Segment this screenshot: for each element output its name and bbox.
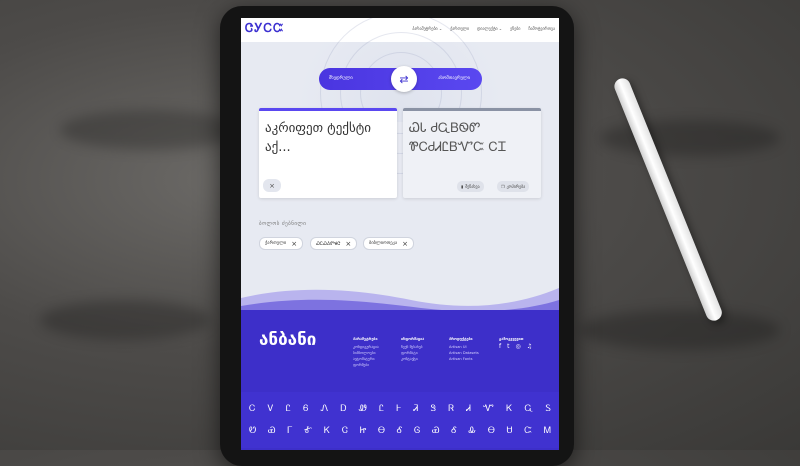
tiktok-icon[interactable]: ♫: [527, 344, 532, 350]
glyph-key[interactable]: Ꮹ: [525, 404, 534, 414]
facebook-icon[interactable]: f: [499, 344, 501, 350]
save-button[interactable]: ▮ შენახვა: [457, 181, 484, 192]
footer-col-follow: გამოგვყევით f t ◎ ♫: [499, 336, 532, 350]
glyph-key[interactable]: Ꭰ: [340, 404, 346, 414]
recent-chip[interactable]: ბიბლიოთეკა ×: [363, 237, 414, 250]
script-toggle: მხედრული ⇄ ასომთავრული: [319, 66, 482, 92]
glyph-key[interactable]: Ꮧ: [466, 404, 471, 414]
instagram-icon[interactable]: ◎: [515, 344, 520, 350]
bookmark-icon: ▮: [461, 184, 464, 189]
social-icons: f t ◎ ♫: [499, 344, 532, 350]
app-logo[interactable]: ᏣᎩᏟᏨ: [245, 21, 284, 36]
glyph-key[interactable]: Ꮥ: [430, 404, 436, 414]
copy-label: კოპირება: [506, 184, 526, 189]
sofa-fold: [580, 310, 780, 350]
glyph-key[interactable]: Ꮉ: [304, 426, 312, 436]
copy-button[interactable]: ❐ კოპირება: [497, 181, 530, 192]
footer-link[interactable]: Artisan Fonts: [449, 356, 479, 362]
close-icon[interactable]: ×: [402, 240, 408, 248]
glyph-row-1: ᏟᏙᏝᏮᏁᎠᏪᏝᎰᏘᏕᏒᏗᏉᏦᏩᏚ: [249, 404, 551, 414]
close-icon[interactable]: ×: [345, 240, 351, 248]
glyph-key[interactable]: Ꮑ: [321, 404, 329, 414]
copy-icon: ❐: [501, 184, 505, 189]
output-text: ᏇᏓ ᏧᏩᏴᏫᏛ ᏈᏟᏧᏗᏝᏴᏉᏨ ᏟᏆ: [409, 121, 507, 155]
glyph-key[interactable]: Ꮭ: [379, 404, 384, 414]
app-screen: ᏣᎩᏟᏨ პარამეტრები ⌄ ქართული დიალექტი ⌄ ენ…: [241, 18, 559, 450]
glyph-key[interactable]: Ꮺ: [359, 404, 367, 414]
glyph-key[interactable]: Ꮸ: [524, 426, 532, 436]
glyph-key[interactable]: Ꮳ: [342, 426, 348, 436]
input-panel: აკრიფეთ ტექსტი აქ... ⨯: [259, 108, 397, 198]
close-icon[interactable]: ×: [291, 240, 297, 248]
glyph-key[interactable]: Ꮵ: [360, 426, 367, 436]
sofa-fold: [600, 120, 780, 156]
footer-link[interactable]: ფორმები: [353, 362, 379, 368]
glyph-key[interactable]: Ꮩ: [268, 404, 274, 414]
footer-heading: პარამეტრები: [353, 337, 378, 341]
recent-chip[interactable]: ᏇᏟᏇᏱᏛᏠᏣ ×: [310, 237, 358, 250]
glyph-key[interactable]: Ꮄ: [397, 426, 403, 436]
footer: ანბანი პარამეტრები კონფიგურაცია სიმბოლოე…: [241, 310, 559, 450]
footer-heading: პროდუქტები: [449, 337, 473, 341]
glyph-key[interactable]: Ꮨ: [413, 404, 418, 414]
glyph-key[interactable]: Ꮁ: [287, 426, 292, 436]
recent-chip[interactable]: ქართული ×: [259, 237, 304, 250]
chip-label: ქართული: [265, 241, 287, 246]
glyph-key[interactable]: Ꮼ: [249, 426, 256, 436]
glyph-key[interactable]: Ꮾ: [303, 404, 308, 414]
chip-label: ბიბლიოთეკა: [369, 241, 398, 246]
text-input[interactable]: აკრიფეთ ტექსტი აქ...: [265, 119, 391, 157]
twitter-icon[interactable]: t: [507, 344, 509, 350]
glyph-key[interactable]: Ꮜ: [507, 426, 513, 436]
glyph-key[interactable]: Ꮭ: [286, 404, 291, 414]
nav-item-dialect[interactable]: დიალექტი ⌄: [477, 26, 502, 31]
footer-col-settings: პარამეტრები კონფიგურაცია სიმბოლოები ავტო…: [353, 336, 379, 368]
output-panel: ᏇᏓ ᏧᏩᏴᏫᏛ ᏈᏟᏧᏗᏝᏴᏉᏨ ᏟᏆ ▮ შენახვა ❐ კოპირებ…: [403, 108, 541, 198]
footer-heading: გამოგვყევით: [499, 337, 524, 341]
toggle-asomtavruli[interactable]: ასომთავრული: [438, 76, 470, 81]
footer-col-info: ინფორმაცია ჩვენ შესახებ ფორმატი კონტაქტი: [401, 336, 424, 362]
footer-col-products: პროდუქტები Artisan UI Artisan Datasets A…: [449, 336, 479, 362]
footer-link[interactable]: კონტაქტი: [401, 356, 424, 362]
glyph-key[interactable]: Ꮢ: [448, 404, 454, 414]
glyph-key[interactable]: Ꮪ: [545, 404, 551, 414]
sofa-fold: [40, 300, 210, 340]
glyph-key[interactable]: Ꮇ: [544, 426, 551, 436]
toggle-mkhedruli[interactable]: მხედრული: [329, 76, 353, 81]
glyph-key[interactable]: Ꮂ: [469, 426, 477, 436]
swap-icon[interactable]: ⇄: [391, 66, 417, 92]
footer-brand: ანბანი: [259, 330, 317, 350]
chip-label: ᏇᏟᏇᏱᏛᏠᏣ: [316, 241, 341, 247]
glyph-key[interactable]: Ꮀ: [396, 404, 401, 414]
footer-heading: ინფორმაცია: [401, 337, 425, 341]
glyph-key[interactable]: Ꮿ: [268, 426, 276, 436]
sofa-fold: [60, 110, 240, 150]
save-label: შენახვა: [465, 184, 480, 189]
glyph-strip: Ꮯ Ꮩ Ꮭ Ꮾ Ꮑ Ꭰ Ꮺ Ꮭ Ꮀ Ꮨ Ꮥ Ꮢ Ꮧ Ꮙ Ꮶ Ꮹ Ꮪ Ꮼ Ꮿ Ꮁ Ꮉ Ꮶ Ꮳ Ꮵ Ꮎ Ꮄ Ꮆ Ꮿ Ꮄ Ꮂ Ꮎ Ꮜ Ꮸ Ꮇ: [241, 392, 559, 448]
stylus-pencil: [612, 76, 725, 324]
glyph-key[interactable]: Ꮄ: [451, 426, 457, 436]
nav-item-download[interactable]: ჩამოტვირთვა: [528, 26, 555, 31]
glyph-row-2: ᏬᏯᎱᎹᏦᏣᏥᎾᎴᎶᏯᎴᎲᎾᏌᏨᎷ: [249, 426, 551, 436]
glyph-key[interactable]: Ꮶ: [506, 404, 512, 414]
glyph-key[interactable]: Ꮯ: [249, 404, 255, 414]
glyph-key[interactable]: Ꮿ: [432, 426, 440, 436]
recent-searches-title: ბოლოს ძებნილი: [259, 221, 307, 227]
glyph-key[interactable]: Ꮎ: [488, 426, 495, 436]
clear-icon[interactable]: ⨯: [263, 179, 281, 192]
glyph-key[interactable]: Ꮎ: [378, 426, 385, 436]
nav-item-languages[interactable]: ენები: [510, 26, 520, 31]
glyph-key[interactable]: Ꮆ: [414, 426, 420, 436]
glyph-key[interactable]: Ꮙ: [483, 404, 494, 414]
glyph-key[interactable]: Ꮶ: [324, 426, 330, 436]
